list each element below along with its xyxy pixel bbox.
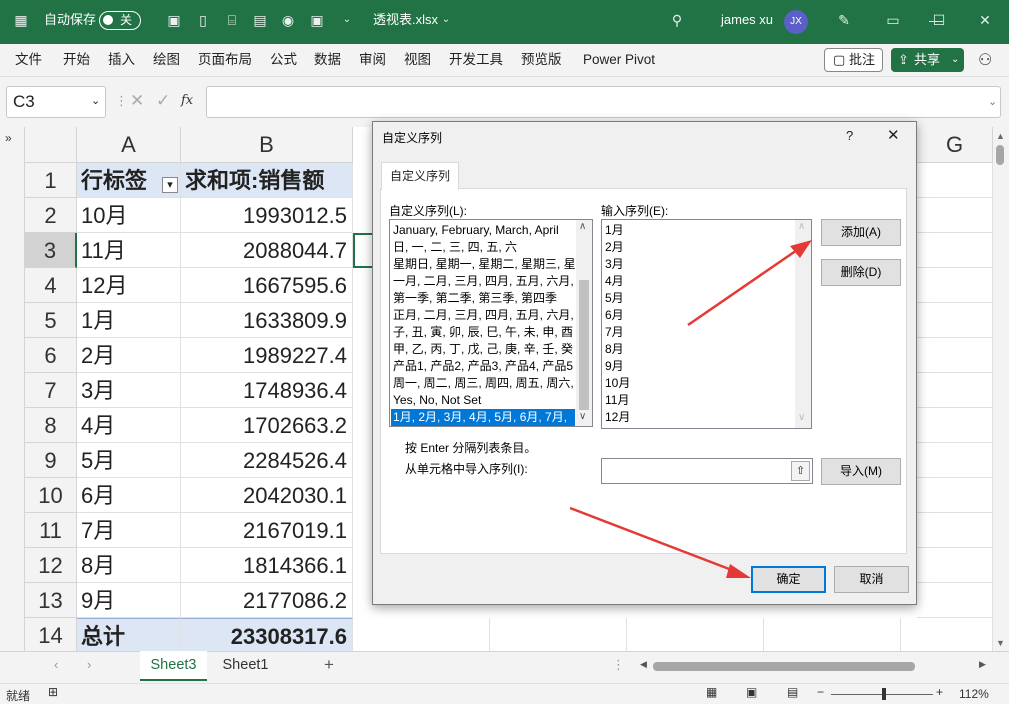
arrow-to-ok [569,506,738,574]
arrowhead [726,564,751,578]
arrowhead [790,240,812,258]
annotation-arrows [569,240,812,578]
arrow-to-add [687,246,801,327]
